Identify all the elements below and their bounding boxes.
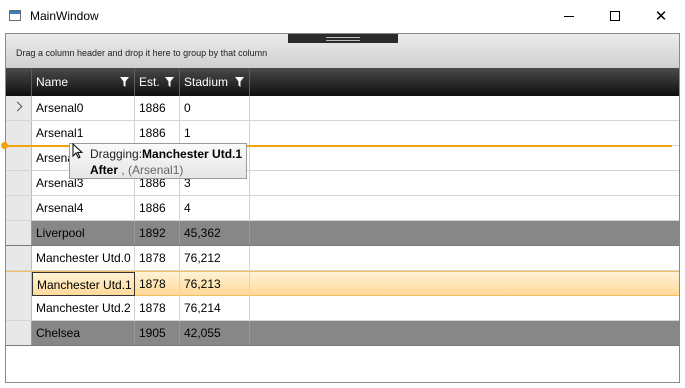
app-window-icon — [9, 10, 21, 21]
column-header-est[interactable]: Est. — [135, 68, 180, 96]
table-row[interactable]: Manchester Utd.1 1878 76,213 — [6, 271, 679, 296]
column-header-name[interactable]: Name — [32, 68, 135, 96]
row-indicator[interactable] — [6, 246, 32, 270]
current-row-chevron-icon — [12, 101, 23, 112]
row-indicator[interactable] — [6, 272, 32, 296]
cell-name[interactable]: Chelsea — [32, 321, 135, 345]
group-panel-hint: Drag a column header and drop it here to… — [16, 48, 268, 58]
maximize-button[interactable] — [592, 0, 638, 32]
cell-stadium[interactable]: 4 — [180, 196, 250, 220]
cell-stadium[interactable]: 1 — [180, 121, 250, 145]
cell-name[interactable]: Liverpool — [32, 221, 135, 245]
minimize-icon — [564, 15, 574, 17]
cell-est[interactable]: 1878 — [135, 296, 180, 320]
title-bar[interactable]: MainWindow ✕ — [0, 0, 685, 32]
column-header-row: Name Est. Stadium — [6, 68, 679, 97]
filter-icon[interactable] — [235, 77, 244, 87]
cell-stadium[interactable]: 76,212 — [180, 246, 250, 270]
cell-est[interactable]: 1878 — [135, 272, 180, 296]
column-header-label: Stadium — [184, 75, 229, 89]
drag-cue-item: Manchester Utd.1 — [142, 147, 243, 161]
cell-stadium[interactable]: 76,214 — [180, 296, 250, 320]
group-panel[interactable]: Drag a column header and drop it here to… — [6, 34, 679, 69]
cell-name[interactable]: Arsenal0 — [32, 96, 135, 120]
row-indicator[interactable] — [6, 171, 32, 195]
cell-stadium[interactable]: 42,055 — [180, 321, 250, 345]
cell-name[interactable]: Manchester Utd.0 — [32, 246, 135, 270]
cell-name[interactable]: Manchester Utd.1 — [32, 272, 135, 296]
row-indicator[interactable] — [6, 296, 32, 320]
drag-cue-tooltip: Dragging:Manchester Utd.1 After , (Arsen… — [69, 143, 247, 179]
drag-cue-prefix: Dragging: — [90, 147, 143, 161]
header-indicator-cell — [6, 68, 32, 96]
row-indicator[interactable] — [6, 221, 32, 245]
table-row[interactable]: Arsenal4 1886 4 — [6, 196, 679, 221]
grid-view: Drag a column header and drop it here to… — [5, 33, 680, 383]
mouse-cursor-icon — [72, 143, 84, 159]
row-indicator[interactable] — [6, 146, 32, 170]
drag-cue-position: After — [90, 163, 119, 177]
close-icon: ✕ — [654, 7, 668, 25]
filter-icon[interactable] — [165, 77, 174, 87]
cell-est[interactable]: 1878 — [135, 246, 180, 270]
cell-est[interactable]: 1886 — [135, 121, 180, 145]
filter-icon[interactable] — [120, 77, 129, 87]
table-row[interactable]: Liverpool 1892 45,362 — [6, 221, 679, 246]
window-title: MainWindow — [30, 9, 99, 23]
main-window: MainWindow ✕ Drag a column header and dr… — [0, 0, 685, 388]
table-row[interactable]: Chelsea 1905 42,055 — [6, 321, 679, 346]
cell-est[interactable]: 1886 — [135, 196, 180, 220]
table-row[interactable]: Arsenal0 1886 0 — [6, 96, 679, 121]
table-row[interactable]: Manchester Utd.0 1878 76,212 — [6, 246, 679, 271]
cell-stadium[interactable]: 45,362 — [180, 221, 250, 245]
cell-stadium[interactable]: 0 — [180, 96, 250, 120]
cell-est[interactable]: 1892 — [135, 221, 180, 245]
cell-est[interactable]: 1905 — [135, 321, 180, 345]
cell-name[interactable]: Arsenal1 — [32, 121, 135, 145]
column-header-stadium[interactable]: Stadium — [180, 68, 250, 96]
drag-cue-target: , (Arsenal1) — [121, 163, 184, 177]
close-button[interactable]: ✕ — [638, 0, 684, 32]
minimize-button[interactable] — [546, 0, 592, 32]
cell-name[interactable]: Arsenal4 — [32, 196, 135, 220]
row-indicator[interactable] — [6, 321, 32, 345]
row-indicator[interactable] — [6, 196, 32, 220]
maximize-icon — [610, 11, 620, 21]
column-header-label: Name — [36, 75, 69, 89]
cell-est[interactable]: 1886 — [135, 96, 180, 120]
column-header-label: Est. — [139, 75, 160, 89]
cell-stadium[interactable]: 76,213 — [180, 272, 250, 296]
table-row[interactable]: Manchester Utd.2 1878 76,214 — [6, 296, 679, 321]
row-indicator[interactable] — [6, 121, 32, 145]
row-indicator[interactable] — [6, 96, 32, 120]
cell-name[interactable]: Manchester Utd.2 — [32, 296, 135, 320]
group-panel-handle[interactable] — [288, 34, 398, 43]
